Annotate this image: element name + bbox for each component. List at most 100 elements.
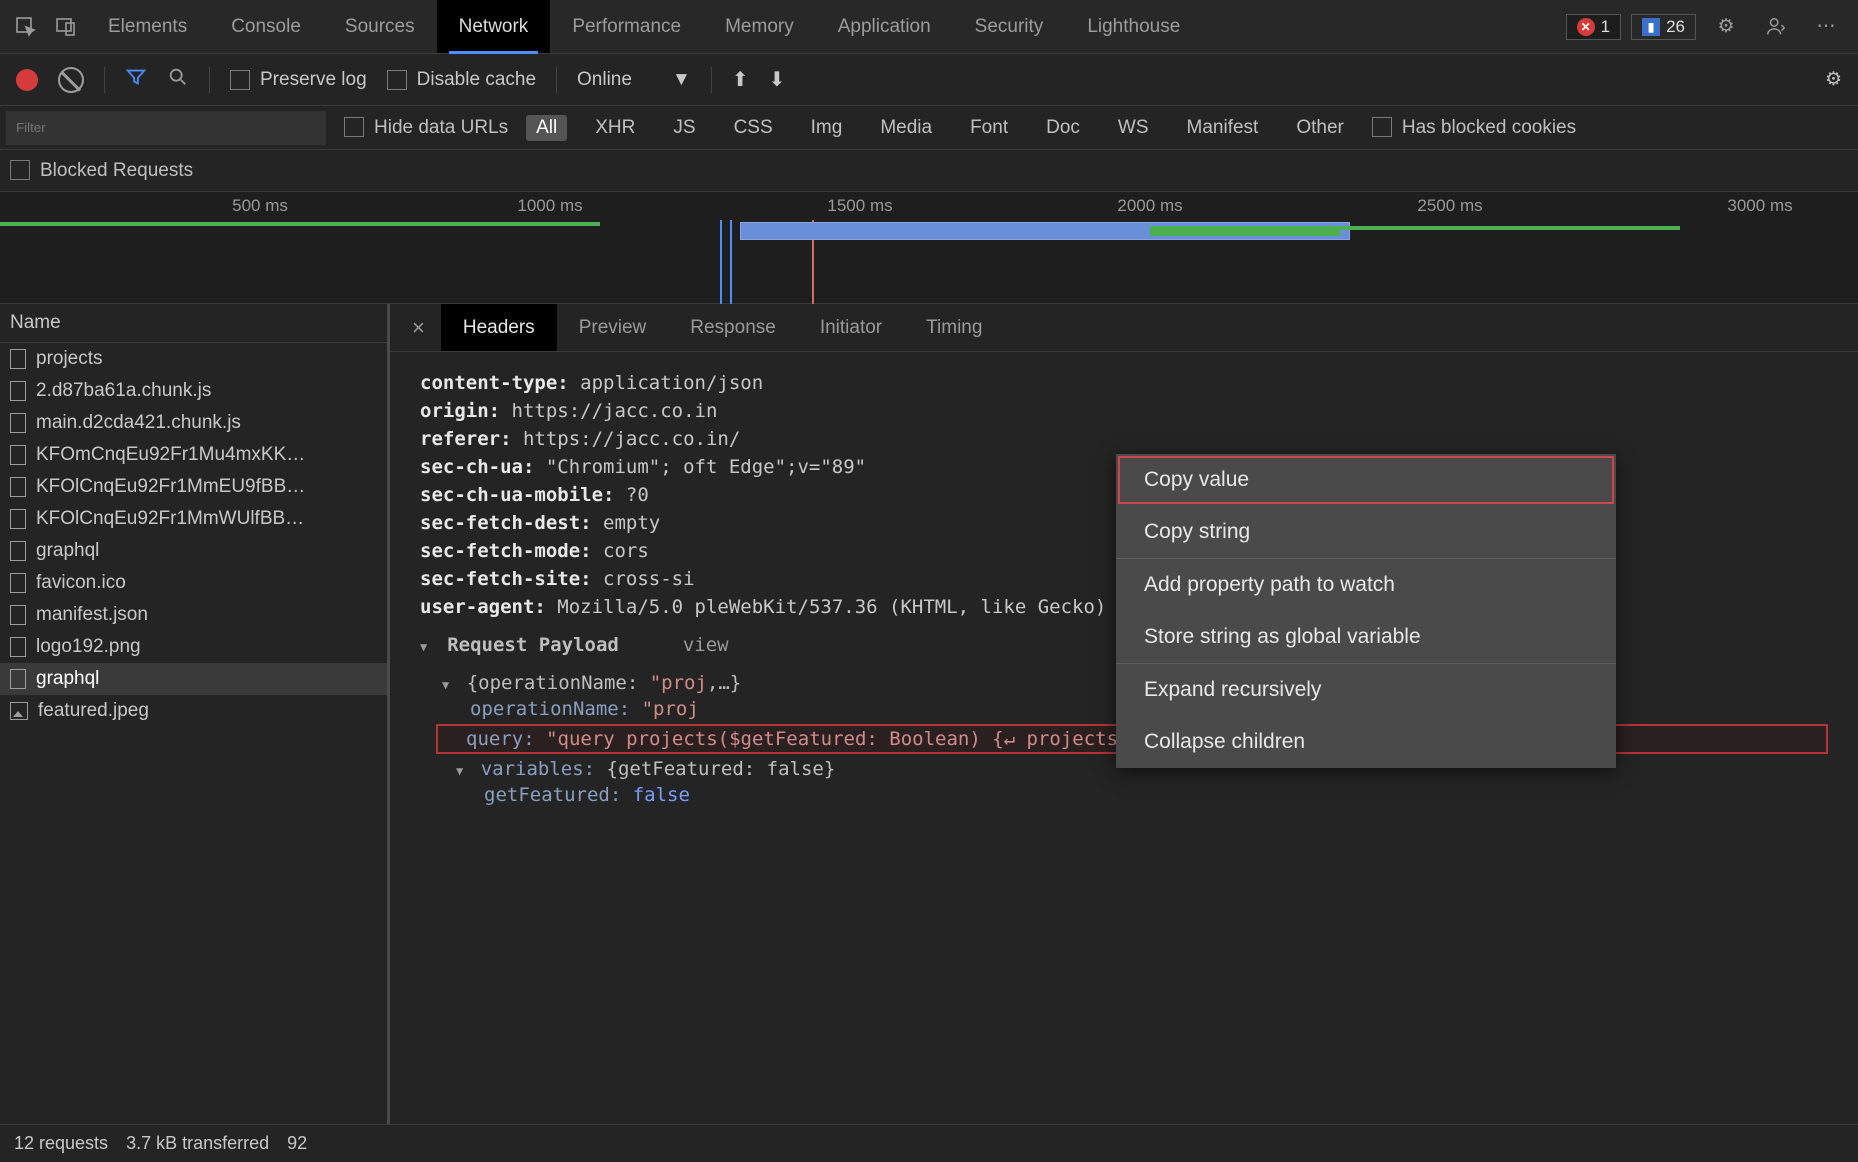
tab-security[interactable]: Security: [953, 0, 1066, 53]
ctx-copy-string[interactable]: Copy string: [1116, 506, 1616, 558]
ctx-collapse-children[interactable]: Collapse children: [1116, 716, 1616, 768]
preserve-log-checkbox[interactable]: Preserve log: [230, 69, 367, 91]
tab-memory[interactable]: Memory: [703, 0, 816, 53]
header-value: ?0: [614, 484, 648, 506]
request-row[interactable]: graphql: [0, 535, 387, 567]
request-row[interactable]: 2.d87ba61a.chunk.js: [0, 375, 387, 407]
request-row[interactable]: favicon.ico: [0, 567, 387, 599]
type-css[interactable]: CSS: [724, 115, 783, 141]
view-source-link[interactable]: view: [683, 634, 729, 656]
request-name: graphql: [36, 540, 99, 562]
main-tabs: Elements Console Sources Network Perform…: [86, 0, 1202, 53]
network-settings-gear-icon[interactable]: ⚙: [1825, 68, 1842, 91]
request-row[interactable]: featured.jpeg: [0, 695, 387, 727]
type-font[interactable]: Font: [960, 115, 1018, 141]
header-key: referer:: [420, 428, 512, 450]
type-xhr[interactable]: XHR: [585, 115, 645, 141]
timeline-tick: 500 ms: [232, 196, 288, 216]
error-count: 1: [1601, 17, 1610, 37]
detail-tab-preview[interactable]: Preview: [557, 304, 669, 351]
filter-bar: Hide data URLs All XHR JS CSS Img Media …: [0, 106, 1858, 150]
type-manifest[interactable]: Manifest: [1177, 115, 1269, 141]
type-ws[interactable]: WS: [1108, 115, 1159, 141]
request-row[interactable]: KFOmCnqEu92Fr1Mu4mxKK…: [0, 439, 387, 471]
file-icon: [10, 509, 26, 529]
request-row[interactable]: graphql: [0, 663, 387, 695]
type-js[interactable]: JS: [663, 115, 705, 141]
request-row[interactable]: logo192.png: [0, 631, 387, 663]
ctx-add-watch[interactable]: Add property path to watch: [1116, 559, 1616, 611]
close-icon[interactable]: ×: [396, 315, 441, 341]
type-other[interactable]: Other: [1286, 115, 1354, 141]
tab-elements[interactable]: Elements: [86, 0, 209, 53]
header-key: origin:: [420, 400, 500, 422]
network-toolbar: Preserve log Disable cache Online ▼ ⬆ ⬇ …: [0, 54, 1858, 106]
type-all[interactable]: All: [526, 115, 567, 141]
header-row[interactable]: content-type: application/json: [420, 372, 1828, 394]
timeline-tick: 1500 ms: [827, 196, 892, 216]
header-row[interactable]: origin: https://jacc.co.in: [420, 400, 1828, 422]
disable-cache-checkbox[interactable]: Disable cache: [387, 69, 536, 91]
request-name: logo192.png: [36, 636, 141, 658]
caret-down-icon: [442, 672, 455, 694]
ctx-store-global[interactable]: Store string as global variable: [1116, 611, 1616, 663]
record-button[interactable]: [16, 69, 38, 91]
device-toggle-icon[interactable]: [46, 7, 86, 47]
file-icon: [10, 349, 26, 369]
header-value: "Chromium"; oft Edge";v="89": [534, 456, 866, 478]
error-badge[interactable]: ✕1: [1566, 14, 1621, 40]
type-doc[interactable]: Doc: [1036, 115, 1090, 141]
tab-sources[interactable]: Sources: [323, 0, 437, 53]
tab-network[interactable]: Network: [437, 0, 551, 53]
has-blocked-cookies-checkbox[interactable]: Has blocked cookies: [1372, 117, 1576, 139]
timeline-tick: 3000 ms: [1727, 196, 1792, 216]
search-icon[interactable]: [167, 66, 189, 94]
payload-getfeatured[interactable]: getFeatured: false: [442, 784, 1828, 806]
detail-tab-headers[interactable]: Headers: [441, 304, 557, 351]
request-name: favicon.ico: [36, 572, 126, 594]
ctx-expand-recursively[interactable]: Expand recursively: [1116, 664, 1616, 716]
request-name: manifest.json: [36, 604, 148, 626]
request-name: KFOmCnqEu92Fr1Mu4mxKK…: [36, 444, 305, 466]
ctx-copy-value[interactable]: Copy value: [1116, 454, 1616, 506]
preserve-log-label: Preserve log: [260, 69, 367, 91]
request-row[interactable]: KFOlCnqEu92Fr1MmEU9fBB…: [0, 471, 387, 503]
request-detail-pane: × Headers Preview Response Initiator Tim…: [390, 304, 1858, 1124]
request-row[interactable]: projects: [0, 343, 387, 375]
request-row[interactable]: KFOlCnqEu92Fr1MmWUlfBB…: [0, 503, 387, 535]
header-value: Mozilla/5.0 pleWebKit/537.36 (KHTML, lik…: [546, 596, 1209, 618]
detail-tab-timing[interactable]: Timing: [904, 304, 1004, 351]
detail-tab-response[interactable]: Response: [668, 304, 798, 351]
header-value: empty: [592, 512, 661, 534]
tab-lighthouse[interactable]: Lighthouse: [1065, 0, 1202, 53]
type-img[interactable]: Img: [801, 115, 853, 141]
inspect-icon[interactable]: [6, 7, 46, 47]
filter-toggle-icon[interactable]: [125, 66, 147, 94]
blocked-requests-checkbox[interactable]: Blocked Requests: [10, 160, 193, 182]
detail-tab-initiator[interactable]: Initiator: [798, 304, 904, 351]
download-icon[interactable]: ⬇: [769, 67, 786, 92]
variables-value: {getFeatured: false}: [607, 758, 836, 780]
throttling-select[interactable]: Online ▼: [577, 69, 691, 91]
hide-data-urls-checkbox[interactable]: Hide data URLs: [344, 117, 508, 139]
request-row[interactable]: main.d2cda421.chunk.js: [0, 407, 387, 439]
clear-icon[interactable]: [58, 67, 84, 93]
tab-performance[interactable]: Performance: [550, 0, 703, 53]
request-row[interactable]: manifest.json: [0, 599, 387, 631]
name-column-header[interactable]: Name: [0, 304, 387, 343]
header-value: application/json: [569, 372, 763, 394]
account-icon[interactable]: [1756, 7, 1796, 47]
upload-icon[interactable]: ⬆: [732, 67, 749, 92]
request-name: projects: [36, 348, 103, 370]
tab-console[interactable]: Console: [209, 0, 323, 53]
filter-input[interactable]: [6, 111, 326, 145]
more-icon[interactable]: ⋯: [1806, 7, 1846, 47]
header-value: https://jacc.co.in/: [512, 428, 741, 450]
warning-badge[interactable]: ▮26: [1631, 14, 1696, 40]
header-row[interactable]: referer: https://jacc.co.in/: [420, 428, 1828, 450]
timeline-overview[interactable]: 500 ms 1000 ms 1500 ms 2000 ms 2500 ms 3…: [0, 192, 1858, 304]
gear-icon[interactable]: ⚙: [1706, 7, 1746, 47]
tab-application[interactable]: Application: [816, 0, 953, 53]
file-icon: [10, 573, 26, 593]
type-media[interactable]: Media: [870, 115, 942, 141]
